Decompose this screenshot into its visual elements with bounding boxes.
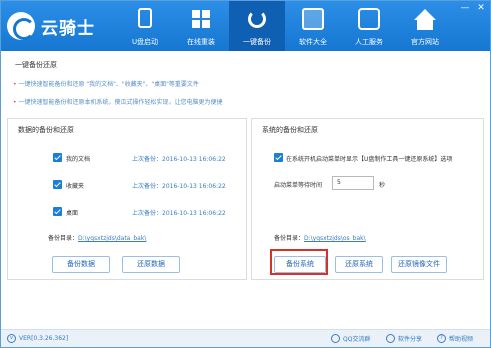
boot-menu-option-label: 在系统开机启动菜单时显示【U盘制作工具一键还原系统】选项: [286, 156, 453, 163]
bullet-icon: •: [13, 81, 17, 88]
tab-online-reinstall[interactable]: 在线重装: [173, 1, 229, 51]
chevron-down-icon: v: [7, 334, 16, 343]
intro-line: • 一键快速智能备份和还原 "我的文档"、"收藏夹"、"桌面"等重要文件: [13, 79, 199, 88]
backup-dir-label: 备份目录：: [274, 235, 305, 242]
app-name: 云骑士: [41, 18, 95, 39]
data-backup-panel: 数据的备份和还原 我的文档 上次备份：2016-10-13 16:06:22 收…: [7, 118, 247, 280]
tab-label: 软件大全: [299, 38, 327, 46]
row-label: 收藏夹: [66, 183, 85, 190]
status-bar: v VER[0.3.26.362] QQ交流群 软件分享 ? 帮助视频: [1, 329, 490, 347]
favorites-checkbox[interactable]: [53, 180, 62, 189]
tab-label: 官方网站: [411, 38, 439, 46]
refresh-backup-icon: [248, 10, 266, 28]
section-title: 一键备份还原: [15, 61, 57, 69]
usb-drive-icon: [138, 8, 152, 28]
logo-icon: [7, 12, 35, 40]
backup-dir-label: 备份目录：: [48, 235, 79, 242]
qq-icon: [331, 334, 340, 343]
top-navigation-bar: 云骑士 — ✕ U盘启动 在线重装 一键备份 软件大全 人工服务 官方网站: [1, 1, 490, 51]
row-label: 我的文档: [66, 156, 91, 163]
panel-title: 数据的备份和还原: [18, 126, 74, 134]
desktop-checkbox[interactable]: [53, 207, 62, 216]
highlight-frame: [270, 249, 328, 275]
home-icon: [414, 9, 436, 20]
tab-manual-service[interactable]: 人工服务: [341, 1, 397, 51]
tab-official-site[interactable]: 官方网站: [397, 1, 453, 51]
row-label: 桌面: [66, 210, 79, 217]
version-text: VER[0.3.26.362]: [19, 335, 69, 342]
share-text: 软件分享: [398, 336, 423, 343]
wait-time-unit: 秒: [379, 182, 386, 189]
last-backup-time: 上次备份：2016-10-13 16:06:22: [132, 183, 226, 190]
tab-software[interactable]: 软件大全: [285, 1, 341, 51]
qq-group-link[interactable]: QQ交流群: [331, 334, 370, 343]
panel-title: 系统的备份和还原: [262, 126, 318, 134]
help-text: 帮助视频: [449, 336, 474, 343]
tab-usb-boot[interactable]: U盘启动: [117, 1, 173, 51]
intro-line: • 一键快速智能备份和还原本机系统，傻瓜式操作轻松实现，让您电脑更为便捷: [13, 97, 222, 106]
share-icon: [386, 334, 395, 343]
wait-time-label: 启动菜单等待时间: [274, 182, 323, 189]
backup-dir-link[interactable]: D:\yqsxtzjds\data_bak\: [78, 235, 146, 242]
bullet-icon: •: [13, 99, 17, 106]
shopping-bag-icon: [302, 8, 324, 30]
help-icon: ?: [437, 334, 446, 343]
share-link[interactable]: 软件分享: [386, 334, 422, 343]
help-video-link[interactable]: ? 帮助视频: [437, 334, 473, 343]
minimize-button[interactable]: —: [460, 3, 470, 13]
tab-label: 一键备份: [243, 38, 271, 46]
restore-system-button[interactable]: 还原系统: [335, 256, 383, 273]
version-info: v VER[0.3.26.362]: [7, 334, 68, 343]
tab-label: 在线重装: [187, 38, 215, 46]
windows-icon: [190, 8, 212, 30]
tab-one-key-backup[interactable]: 一键备份: [229, 1, 285, 51]
app-window: 云骑士 — ✕ U盘启动 在线重装 一键备份 软件大全 人工服务 官方网站 一键…: [0, 0, 491, 348]
intro-text: 一键快速智能备份和还原本机系统，傻瓜式操作轻松实现，让您电脑更为便捷: [18, 99, 223, 106]
intro-text: 一键快速智能备份和还原 "我的文档"、"收藏夹"、"桌面"等重要文件: [18, 81, 199, 88]
tab-label: U盘启动: [131, 38, 159, 46]
last-backup-time: 上次备份：2016-10-13 16:06:22: [132, 210, 226, 217]
backup-dir-row: 备份目录：D:\yqsxtzjds\os_bak\: [274, 233, 366, 242]
backup-dir-link[interactable]: D:\yqsxtzjds\os_bak\: [304, 235, 366, 242]
tab-label: 人工服务: [355, 38, 383, 46]
wait-time-input[interactable]: 5: [332, 176, 374, 190]
documents-checkbox[interactable]: [53, 153, 62, 162]
close-button[interactable]: ✕: [476, 3, 486, 13]
home-icon-base: [417, 20, 433, 30]
restore-image-button[interactable]: 还原镜像文件: [391, 256, 447, 273]
backup-dir-row: 备份目录：D:\yqsxtzjds\data_bak\: [48, 233, 146, 242]
backup-data-button[interactable]: 备份数据: [52, 256, 110, 273]
last-backup-time: 上次备份：2016-10-13 16:06:22: [132, 156, 226, 163]
boot-menu-checkbox[interactable]: [274, 153, 283, 162]
app-logo: 云骑士: [7, 11, 95, 41]
window-controls: — ✕: [460, 3, 486, 13]
restore-data-button[interactable]: 还原数据: [122, 256, 180, 273]
qq-group-text: QQ交流群: [343, 336, 371, 343]
chat-service-icon: [358, 8, 380, 30]
